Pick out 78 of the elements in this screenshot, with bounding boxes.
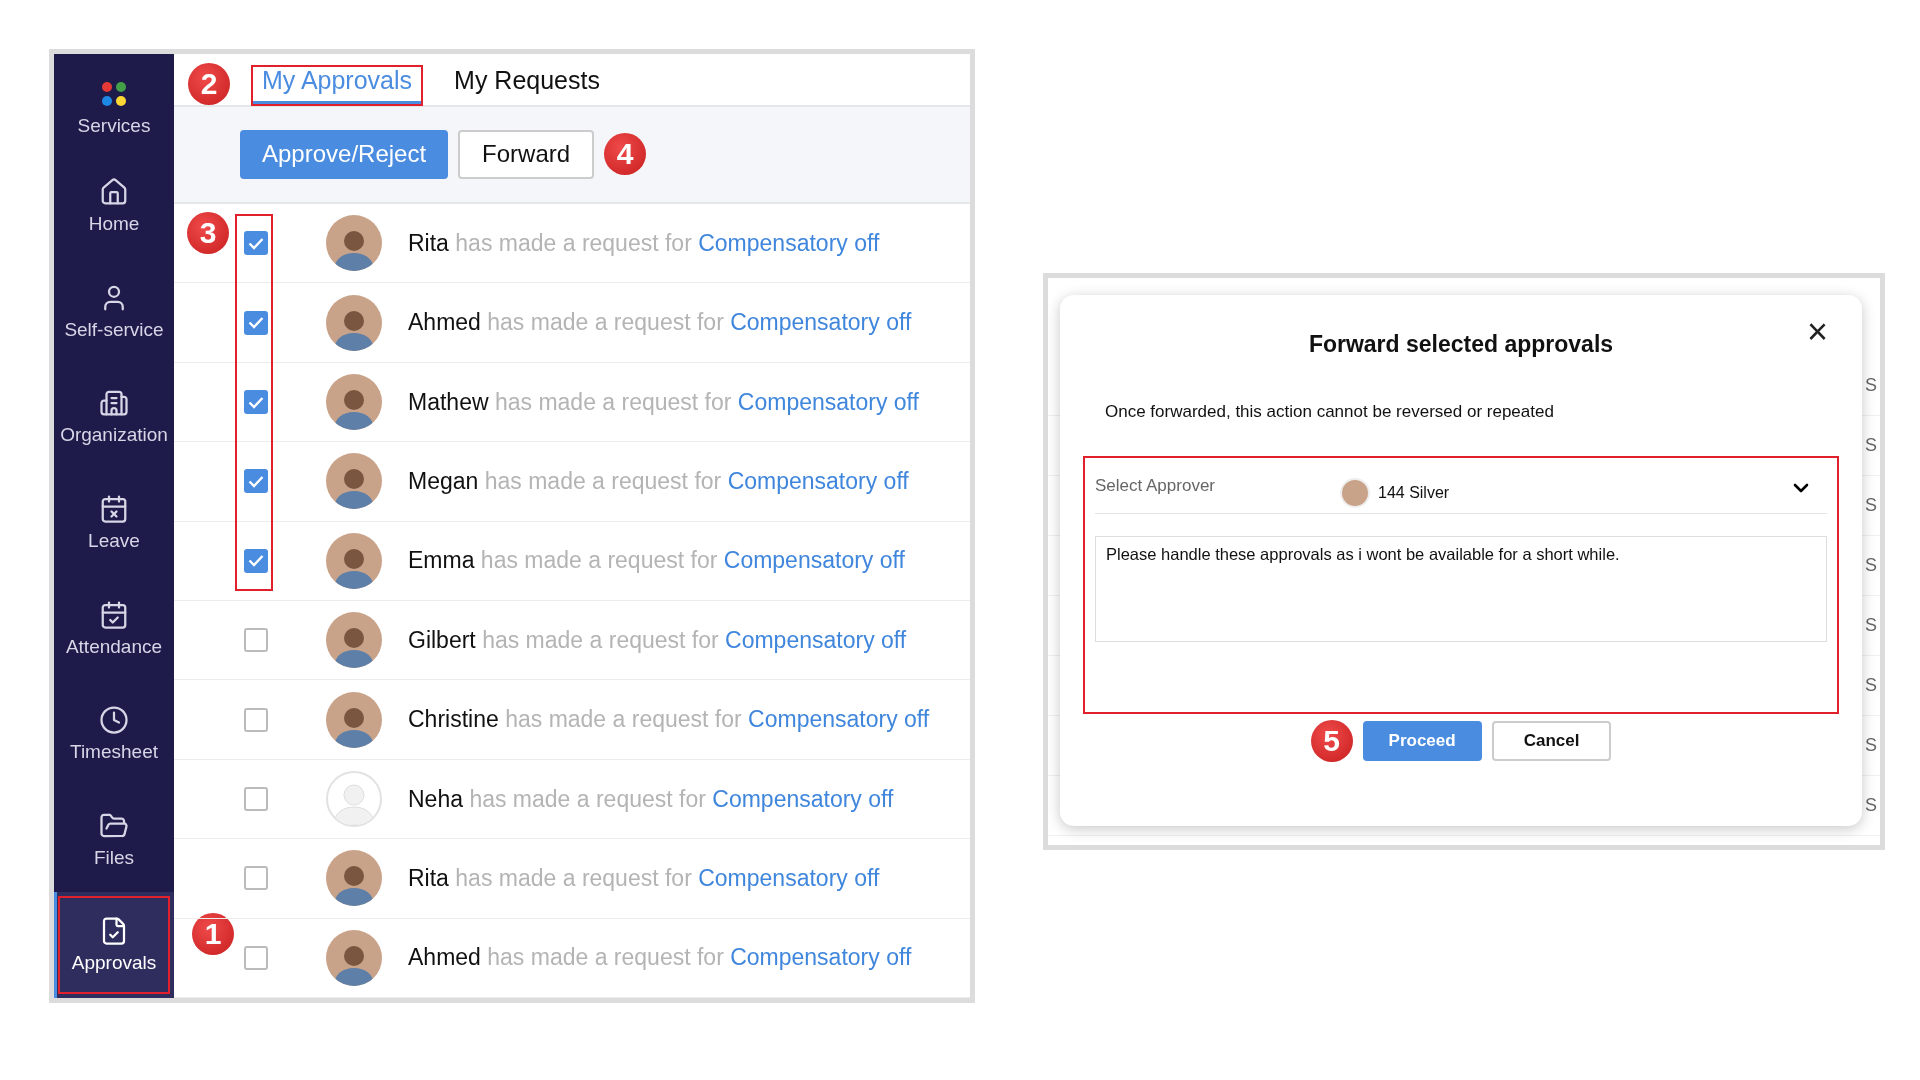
checkbox[interactable] [244, 469, 268, 494]
checkbox[interactable] [244, 866, 268, 891]
request-text: Megan has made a request for Compensatory off [408, 467, 909, 495]
callout-badge: 4 [604, 133, 647, 176]
close-button[interactable]: × [1800, 313, 1834, 351]
sidebar-item[interactable]: Attendance [54, 575, 174, 682]
clock-icon [99, 705, 129, 736]
callout-badge: 3 [187, 212, 229, 255]
approver-avatar [1340, 478, 1370, 508]
sidebar-label: Attendance [65, 635, 163, 658]
cut-text: S [1865, 495, 1877, 516]
checkbox[interactable] [244, 548, 268, 573]
request-type-link[interactable]: Compensatory off [730, 944, 912, 971]
request-text: Neha has made a request for Compensatory off [408, 785, 894, 813]
sidebar-item[interactable]: Home [54, 153, 174, 260]
sidebar-label: Organization [60, 424, 168, 447]
request-text: Mathew has made a request for Compensatory off [408, 388, 919, 416]
request-text: Emma has made a request for Compensatory off [408, 547, 905, 575]
checkbox[interactable] [244, 945, 268, 970]
request-text: Christine has made a request for Compensatory off [408, 706, 930, 734]
services-logo-icon [100, 80, 128, 107]
sidebar-label: Approvals [71, 952, 157, 975]
sidebar-item[interactable]: Files [54, 786, 174, 893]
request-text: Ahmed has made a request for Compensatory off [408, 944, 912, 972]
dialog-message: Once forwarded, this action cannot be reversed or repeated [1105, 402, 1555, 422]
callout-badge: 2 [188, 62, 230, 105]
request-type-link[interactable]: Compensatory off [725, 626, 907, 653]
checkmark-icon [248, 395, 264, 409]
sidebar-item[interactable]: Approvals [54, 892, 174, 998]
request-type-link[interactable]: Compensatory off [698, 864, 880, 891]
cut-text: S [1865, 435, 1877, 456]
request-text: Rita has made a request for Compensatory off [408, 229, 880, 257]
checkmark-icon [248, 236, 264, 250]
sidebar-item[interactable]: Leave [54, 470, 174, 576]
sidebar-label: Home [88, 213, 140, 236]
checkbox[interactable] [244, 707, 268, 732]
checkbox[interactable] [244, 787, 268, 811]
request-text: Gilbert has made a request for Compensatory off [408, 626, 907, 654]
request-type-link[interactable]: Compensatory off [748, 706, 930, 733]
calendar-check-icon [99, 599, 129, 630]
checkbox[interactable] [244, 231, 268, 256]
dialog-title: Forward selected approvals [1308, 331, 1614, 358]
note-field[interactable]: Please handle these approvals as i wont be available for a short while. [1095, 536, 1827, 642]
callout-badge: 5 [1310, 720, 1353, 762]
checkbox[interactable] [244, 628, 268, 653]
checkmark-icon [248, 316, 264, 330]
request-text: Rita has made a request for Compensatory off [408, 864, 880, 892]
tab[interactable]: My Requests [444, 65, 610, 105]
cut-text: S [1865, 675, 1877, 696]
request-type-link[interactable]: Compensatory off [730, 309, 912, 336]
approver-dropdown[interactable]: Select Approver 144 Silver [1095, 470, 1827, 514]
cut-text: S [1865, 555, 1877, 576]
checkbox[interactable] [244, 390, 268, 415]
cancel-button[interactable]: Cancel [1491, 721, 1612, 761]
checkmark-icon [248, 554, 264, 568]
cut-text: S [1865, 375, 1877, 396]
forward-button[interactable]: Forward [458, 129, 595, 179]
request-type-link[interactable]: Compensatory off [698, 229, 880, 256]
checkmark-icon [248, 474, 264, 488]
request-type-link[interactable]: Compensatory off [712, 785, 894, 812]
sidebar-label: Timesheet [70, 741, 158, 764]
sidebar-label: Self-service [64, 318, 164, 341]
cut-text: S [1865, 615, 1877, 636]
sidebar-item[interactable]: Timesheet [54, 681, 174, 787]
cut-text: S [1865, 735, 1877, 756]
callout-badge: 1 [192, 913, 234, 955]
checkbox[interactable] [244, 310, 268, 335]
calendar-icon [99, 494, 129, 524]
request-type-link[interactable]: Compensatory off [727, 467, 909, 494]
sidebar-label: Leave [88, 530, 140, 552]
sidebar-label: Files [93, 846, 135, 869]
services-label: Services [77, 114, 151, 137]
sidebar-item[interactable]: Organization [54, 364, 174, 471]
cut-text: S [1865, 795, 1877, 816]
request-type-link[interactable]: Compensatory off [723, 547, 905, 574]
sidebar-item[interactable]: Self-service [54, 259, 174, 365]
request-type-link[interactable]: Compensatory off [737, 388, 919, 415]
request-text: Ahmed has made a request for Compensatory off [408, 309, 912, 337]
